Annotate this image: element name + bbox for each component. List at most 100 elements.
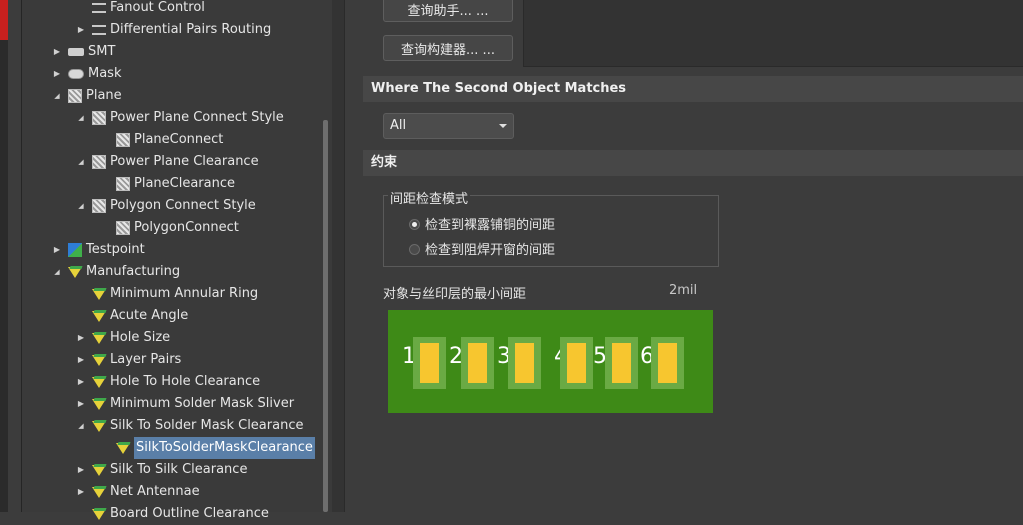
collapse-arrow-icon[interactable]: ◢: [76, 195, 86, 217]
tree-item[interactable]: ▶ Silk To Silk Clearance: [76, 459, 248, 481]
radio-solder-mask-label: 检查到阻焊开窗的间距: [425, 243, 556, 258]
collapse-arrow-icon[interactable]: ◢: [52, 85, 62, 107]
collapse-arrow-icon[interactable]: ◢: [52, 261, 62, 283]
rule-icon: [92, 310, 106, 322]
tree-scrollbar-thumb[interactable]: [323, 120, 328, 512]
rule-icon: [68, 266, 82, 278]
expand-arrow-icon[interactable]: ▶: [76, 459, 86, 481]
tree-item-label: Differential Pairs Routing: [110, 22, 272, 37]
tree-item[interactable]: Board Outline Clearance: [76, 503, 269, 525]
pad-1: [413, 337, 446, 389]
chevron-down-icon: [499, 124, 507, 128]
radio-bare-copper[interactable]: [409, 219, 420, 230]
tree-item[interactable]: ◢ Power Plane Connect Style: [76, 107, 284, 129]
tree-item-label: Fanout Control: [110, 0, 205, 15]
rule-icon: [92, 376, 106, 388]
plane-icon: [92, 199, 106, 213]
tree-item[interactable]: ◢ Manufacturing: [52, 261, 180, 283]
tree-item[interactable]: ▶ Minimum Solder Mask Sliver: [76, 393, 294, 415]
tree-item[interactable]: ▶ Differential Pairs Routing: [76, 19, 271, 41]
expand-arrow-icon[interactable]: ▶: [76, 371, 86, 393]
panel-splitter[interactable]: [332, 0, 344, 512]
tree-item[interactable]: PolygonConnect: [100, 217, 239, 239]
collapse-arrow-icon[interactable]: ◢: [76, 107, 86, 129]
tree-item[interactable]: ▶ Hole To Hole Clearance: [76, 371, 260, 393]
smt-icon: [68, 48, 84, 56]
tree-item[interactable]: ◢ Plane: [52, 85, 122, 107]
query-expression-box[interactable]: [523, 0, 1023, 67]
plane-icon: [116, 177, 130, 191]
tree-item[interactable]: PlaneClearance: [100, 173, 235, 195]
plane-icon: [92, 111, 106, 125]
tree-item[interactable]: ▶ Testpoint: [52, 239, 145, 261]
tree-item[interactable]: ▶ Layer Pairs: [76, 349, 181, 371]
rules-tree-panel: Fanout Control ▶ Differential Pairs Routin…: [22, 0, 332, 521]
tree-item-label: Manufacturing: [86, 264, 181, 279]
tree-item-label: Testpoint: [86, 242, 145, 257]
tree-item[interactable]: Fanout Control: [76, 0, 205, 19]
tree-item[interactable]: ◢ Polygon Connect Style: [76, 195, 256, 217]
tree-item[interactable]: ▶ SMT: [52, 41, 116, 63]
tree-item[interactable]: PlaneConnect: [100, 129, 223, 151]
tree-item-label: SilkToSolderMaskClearance: [134, 437, 315, 459]
plane-icon: [68, 89, 82, 103]
tree-item-label: Board Outline Clearance: [110, 506, 269, 521]
window-accent-bar: [0, 0, 8, 40]
tree-item[interactable]: ▶ Mask: [52, 63, 122, 85]
expand-arrow-icon[interactable]: ▶: [76, 481, 86, 503]
tree-item[interactable]: ◢ Power Plane Clearance: [76, 151, 259, 173]
collapse-arrow-icon[interactable]: ◢: [76, 415, 86, 437]
rule-icon: [116, 442, 130, 454]
tree-item-label: Power Plane Clearance: [110, 154, 259, 169]
clearance-mode-group-title: 间距检查模式: [388, 188, 471, 207]
testpoint-icon: [68, 243, 82, 257]
rule-icon: [92, 420, 106, 432]
pad-2: [461, 337, 494, 389]
tree-item[interactable]: ▶ Hole Size: [76, 327, 170, 349]
query-builder-button[interactable]: 查询构建器... ...: [383, 35, 513, 61]
radio-bare-copper-label: 检查到裸露铺铜的间距: [425, 218, 556, 233]
expand-arrow-icon[interactable]: ▶: [76, 19, 86, 41]
rule-icon: [92, 486, 106, 498]
radio-bare-copper-option[interactable]: 检查到裸露铺铜的间距: [409, 214, 555, 233]
expand-arrow-icon[interactable]: ▶: [52, 239, 62, 261]
expand-arrow-icon[interactable]: ▶: [52, 63, 62, 85]
expand-arrow-icon[interactable]: ▶: [52, 41, 62, 63]
splitter-line: [344, 0, 345, 512]
tree-item[interactable]: Acute Angle: [76, 305, 188, 327]
tree-item-label: PlaneConnect: [134, 132, 224, 147]
min-clearance-value[interactable]: 2mil: [669, 283, 697, 298]
query-helper-button[interactable]: 查询助手... ...: [383, 0, 513, 22]
expand-arrow-icon[interactable]: ▶: [76, 393, 86, 415]
expand-arrow-icon[interactable]: ▶: [76, 327, 86, 349]
tree-item-label: Layer Pairs: [110, 352, 182, 367]
tree-item-label: PolygonConnect: [134, 220, 239, 235]
rule-icon: [92, 464, 106, 476]
tree-item-label: Plane: [86, 88, 122, 103]
silk-clearance-diagram: 1 2 3 4 5 6: [388, 310, 713, 413]
tree-item-label: Polygon Connect Style: [110, 198, 256, 213]
expand-arrow-icon[interactable]: ▶: [76, 349, 86, 371]
tree-item[interactable]: ◢ Silk To Solder Mask Clearance: [76, 415, 303, 437]
second-object-match-dropdown[interactable]: All: [383, 113, 514, 139]
collapse-arrow-icon[interactable]: ◢: [76, 151, 86, 173]
tree-item[interactable]: Minimum Annular Ring: [76, 283, 258, 305]
pad-4: [560, 337, 593, 389]
radio-solder-mask[interactable]: [409, 244, 420, 255]
rule-icon: [92, 508, 106, 520]
tree-item[interactable]: ▶ Net Antennae: [76, 481, 200, 503]
tree-item-label: Hole Size: [110, 330, 171, 345]
radio-solder-mask-option[interactable]: 检查到阻焊开窗的间距: [409, 239, 555, 258]
tree-item-label: Power Plane Connect Style: [110, 110, 284, 125]
tree-item-label: Acute Angle: [110, 308, 189, 323]
pad-3: [508, 337, 541, 389]
tree-item-label: Minimum Annular Ring: [110, 286, 259, 301]
plane-icon: [116, 221, 130, 235]
tree-item-selected[interactable]: SilkToSolderMaskClearance: [100, 437, 315, 459]
